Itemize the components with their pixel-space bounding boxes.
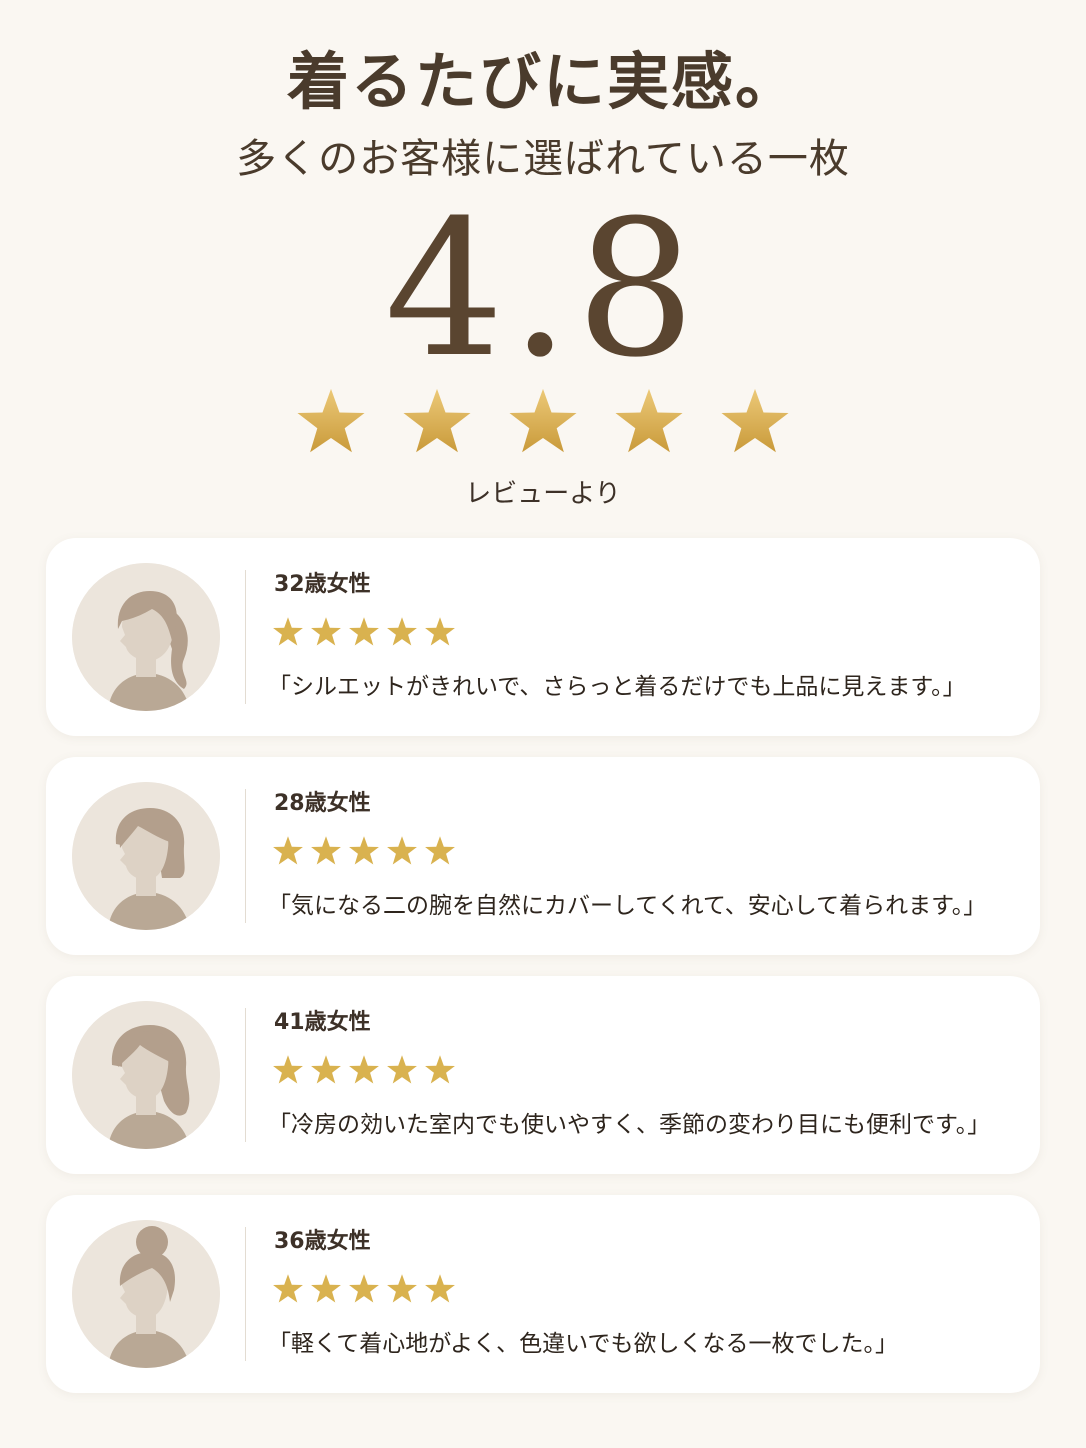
review-card: 32歳女性 「シルエットがきれいで、さらっと着るだけでも上品に見えます。」 bbox=[46, 538, 1040, 736]
woman-ponytail-avatar-icon bbox=[72, 563, 220, 711]
reviewer-label: 28歳女性 bbox=[274, 791, 371, 816]
star-icon bbox=[311, 1055, 341, 1084]
star-icon bbox=[311, 1274, 341, 1303]
avatar bbox=[72, 782, 220, 930]
headline: 着るたびに実感。 bbox=[286, 45, 799, 118]
star-icon bbox=[273, 617, 303, 646]
star-icon bbox=[425, 1274, 455, 1303]
star-icon bbox=[721, 388, 789, 453]
review-comment: 「シルエットがきれいで、さらっと着るだけでも上品に見えます。」 bbox=[268, 674, 966, 700]
reviewer-label: 36歳女性 bbox=[274, 1229, 371, 1254]
star-icon bbox=[273, 1055, 303, 1084]
woman-wavy-hair-avatar-icon bbox=[72, 1001, 220, 1149]
woman-bun-avatar-icon bbox=[72, 1220, 220, 1368]
review-stars bbox=[272, 1054, 456, 1086]
star-icon bbox=[387, 1055, 417, 1084]
review-card: 36歳女性 「軽くて着心地がよく、色違いでも欲しくなる一枚でした。」 bbox=[46, 1195, 1040, 1393]
star-icon bbox=[311, 617, 341, 646]
average-rating-stars bbox=[0, 386, 1086, 458]
review-card: 41歳女性 「冷房の効いた室内でも使いやすく、季節の変わり目にも便利です。」 bbox=[46, 976, 1040, 1174]
star-icon bbox=[425, 1055, 455, 1084]
star-icon bbox=[297, 388, 365, 453]
reviewer-label: 32歳女性 bbox=[274, 572, 371, 597]
review-comment: 「冷房の効いた室内でも使いやすく、季節の変わり目にも便利です。」 bbox=[268, 1112, 991, 1138]
star-icon bbox=[403, 388, 471, 453]
subheadline: 多くのお客様に選ばれている一枚 bbox=[236, 136, 850, 182]
review-stars bbox=[272, 835, 456, 867]
review-comment: 「軽くて着心地がよく、色違いでも欲しくなる一枚でした。」 bbox=[268, 1331, 898, 1357]
star-icon bbox=[615, 388, 683, 453]
star-icon bbox=[349, 1274, 379, 1303]
star-icon bbox=[425, 836, 455, 865]
divider bbox=[245, 789, 246, 923]
star-icon bbox=[387, 617, 417, 646]
rating-source-label: レビューより bbox=[465, 479, 621, 509]
divider bbox=[245, 1227, 246, 1361]
review-stars bbox=[272, 1273, 456, 1305]
average-rating: 4.8 bbox=[384, 180, 702, 399]
star-icon bbox=[273, 836, 303, 865]
avatar bbox=[72, 1220, 220, 1368]
woman-bob-avatar-icon bbox=[72, 782, 220, 930]
star-icon bbox=[349, 617, 379, 646]
star-icon bbox=[387, 836, 417, 865]
avatar bbox=[72, 563, 220, 711]
divider bbox=[245, 570, 246, 704]
avatar bbox=[72, 1001, 220, 1149]
reviewer-label: 41歳女性 bbox=[274, 1010, 371, 1035]
star-icon bbox=[349, 1055, 379, 1084]
divider bbox=[245, 1008, 246, 1142]
star-icon bbox=[425, 617, 455, 646]
star-icon bbox=[509, 388, 577, 453]
star-icon bbox=[387, 1274, 417, 1303]
review-stars bbox=[272, 616, 456, 648]
review-list: 32歳女性 「シルエットがきれいで、さらっと着るだけでも上品に見えます。」 28… bbox=[46, 538, 1040, 1414]
star-icon bbox=[349, 836, 379, 865]
star-icon bbox=[311, 836, 341, 865]
review-card: 28歳女性 「気になる二の腕を自然にカバーしてくれて、安心して着られます。」 bbox=[46, 757, 1040, 955]
review-comment: 「気になる二の腕を自然にカバーしてくれて、安心して着られます。」 bbox=[268, 893, 987, 919]
star-icon bbox=[273, 1274, 303, 1303]
